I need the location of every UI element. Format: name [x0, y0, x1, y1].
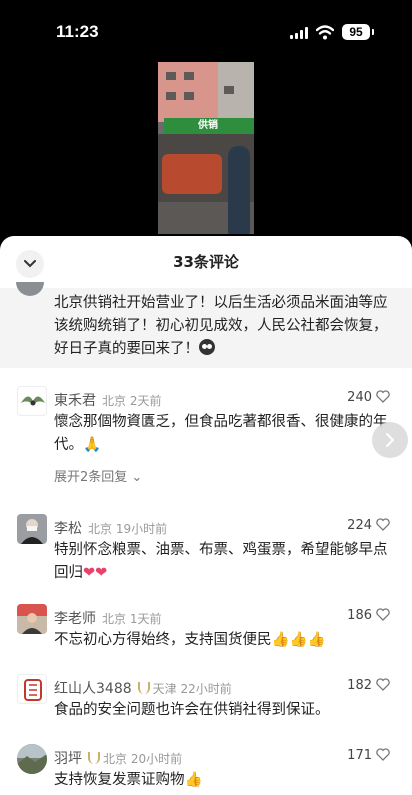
heart-icon	[376, 390, 390, 403]
seal-avatar-icon	[24, 679, 42, 701]
laurel-badge-icon	[137, 682, 150, 694]
clock: 11:23	[56, 22, 99, 41]
laurel-badge-icon	[88, 752, 100, 764]
next-video-button[interactable]	[372, 422, 408, 458]
comment-text: 食品的安全问题也许会在供销社得到保证。	[54, 702, 330, 718]
video-crowd	[162, 154, 222, 194]
heart-icon	[376, 678, 390, 691]
video-window	[184, 92, 194, 100]
wifi-icon	[316, 25, 334, 40]
heart-icon	[376, 748, 390, 761]
avatar[interactable]	[17, 386, 47, 416]
pinned-comment-text: 北京供销社开始营业了！以后生活必须品米面油等应该统购统销了！初心初见成效，人民公…	[54, 295, 388, 357]
avatar[interactable]	[17, 744, 47, 774]
comment-text: 支持恢复发票证购物👍	[54, 772, 203, 788]
video-window	[184, 72, 194, 80]
like-button[interactable]: 224	[347, 518, 390, 533]
pinned-comment[interactable]: 北京供销社开始营业了！以后生活必须品米面油等应该统购统销了！初心初见成效，人民公…	[0, 282, 412, 368]
like-button[interactable]: 171	[347, 748, 390, 763]
comment-author[interactable]: 羽坪 北京 20小时前	[54, 748, 182, 768]
comment-meta: 北京 19小时前	[88, 522, 168, 536]
video-person	[228, 146, 250, 234]
like-count: 182	[347, 678, 372, 693]
collapse-sheet-button[interactable]	[16, 250, 44, 278]
comment-meta: 北京 2天前	[102, 394, 162, 408]
chevron-down-icon	[24, 260, 36, 268]
heart-icon	[376, 518, 390, 531]
comment-author[interactable]: 東禾君 北京 2天前	[54, 390, 161, 410]
comment-author[interactable]: 红山人3488 天津 22小时前	[54, 678, 232, 698]
sheet-header: 33条评论	[0, 236, 412, 288]
battery-tip	[372, 29, 374, 35]
heart-emoji: ❤❤	[83, 565, 108, 581]
comment-item[interactable]: 羽坪 北京 20小时前 171 支持恢复发票证购物👍	[0, 744, 412, 794]
like-count: 224	[347, 518, 372, 533]
owl-emoji-icon	[199, 339, 215, 355]
avatar[interactable]	[17, 514, 47, 544]
battery-indicator: 95	[342, 24, 370, 40]
like-button[interactable]: 182	[347, 678, 390, 693]
pray-emoji: 🙏	[83, 437, 102, 453]
thumbs-up-emoji: 👍	[184, 772, 203, 788]
comment-meta: 北京 1天前	[102, 612, 162, 626]
comment-item[interactable]: 李松 北京 19小时前 224 特别怀念粮票、油票、布票、鸡蛋票，希望能够早点回归…	[0, 514, 412, 581]
like-button[interactable]: 240	[347, 390, 390, 405]
video-store-sign-text: 供销	[198, 120, 218, 131]
comment-item[interactable]: 红山人3488 天津 22小时前 182 食品的安全问题也许会在供销社得到保证。	[0, 674, 412, 724]
comment-item[interactable]: 李老师 北京 1天前 186 不忘初心方得始终，支持国货便民👍👍👍	[0, 604, 412, 654]
like-count: 171	[347, 748, 372, 763]
like-count: 186	[347, 608, 372, 623]
like-button[interactable]: 186	[347, 608, 390, 623]
comment-text: 不忘初心方得始终，支持国货便民👍👍👍	[54, 632, 326, 648]
cellular-signal-icon	[290, 27, 310, 39]
video-window	[166, 92, 176, 100]
video-window	[224, 86, 234, 94]
bird-avatar-icon	[21, 396, 45, 406]
comments-sheet[interactable]: 33条评论 北京供销社开始营业了！以后生活必须品米面油等应该统购统销了！初心初见…	[0, 236, 412, 795]
expand-replies-button[interactable]: 展开2条回复 ⌄	[54, 466, 142, 485]
like-count: 240	[347, 390, 372, 405]
avatar[interactable]	[17, 604, 47, 634]
video-player[interactable]: 供销	[158, 62, 254, 234]
comment-meta: 天津 22小时前	[137, 682, 232, 696]
heart-icon	[376, 608, 390, 621]
status-bar: 11:23 95	[0, 0, 412, 60]
comment-meta: 北京 20小时前	[88, 752, 182, 766]
person-avatar-icon	[21, 519, 43, 544]
avatar[interactable]	[17, 674, 47, 704]
chevron-right-icon	[386, 433, 395, 447]
person-avatar-icon	[17, 604, 47, 634]
avatar[interactable]	[16, 282, 44, 296]
landscape-avatar-icon	[17, 744, 47, 774]
comment-text: 特别怀念粮票、油票、布票、鸡蛋票，希望能够早点回归❤❤	[54, 542, 388, 581]
comment-text: 懷念那個物資匱乏，但食品吃著都很香、很健康的年代。🙏	[54, 414, 388, 453]
comment-item[interactable]: 東禾君 北京 2天前 240 懷念那個物資匱乏，但食品吃著都很香、很健康的年代。🙏…	[0, 386, 412, 496]
comment-author[interactable]: 李松 北京 19小时前	[54, 518, 167, 538]
video-window	[166, 72, 176, 80]
comment-author[interactable]: 李老师 北京 1天前	[54, 608, 161, 628]
comments-count-title: 33条评论	[173, 253, 239, 271]
thumbs-up-emoji: 👍👍👍	[271, 632, 326, 648]
